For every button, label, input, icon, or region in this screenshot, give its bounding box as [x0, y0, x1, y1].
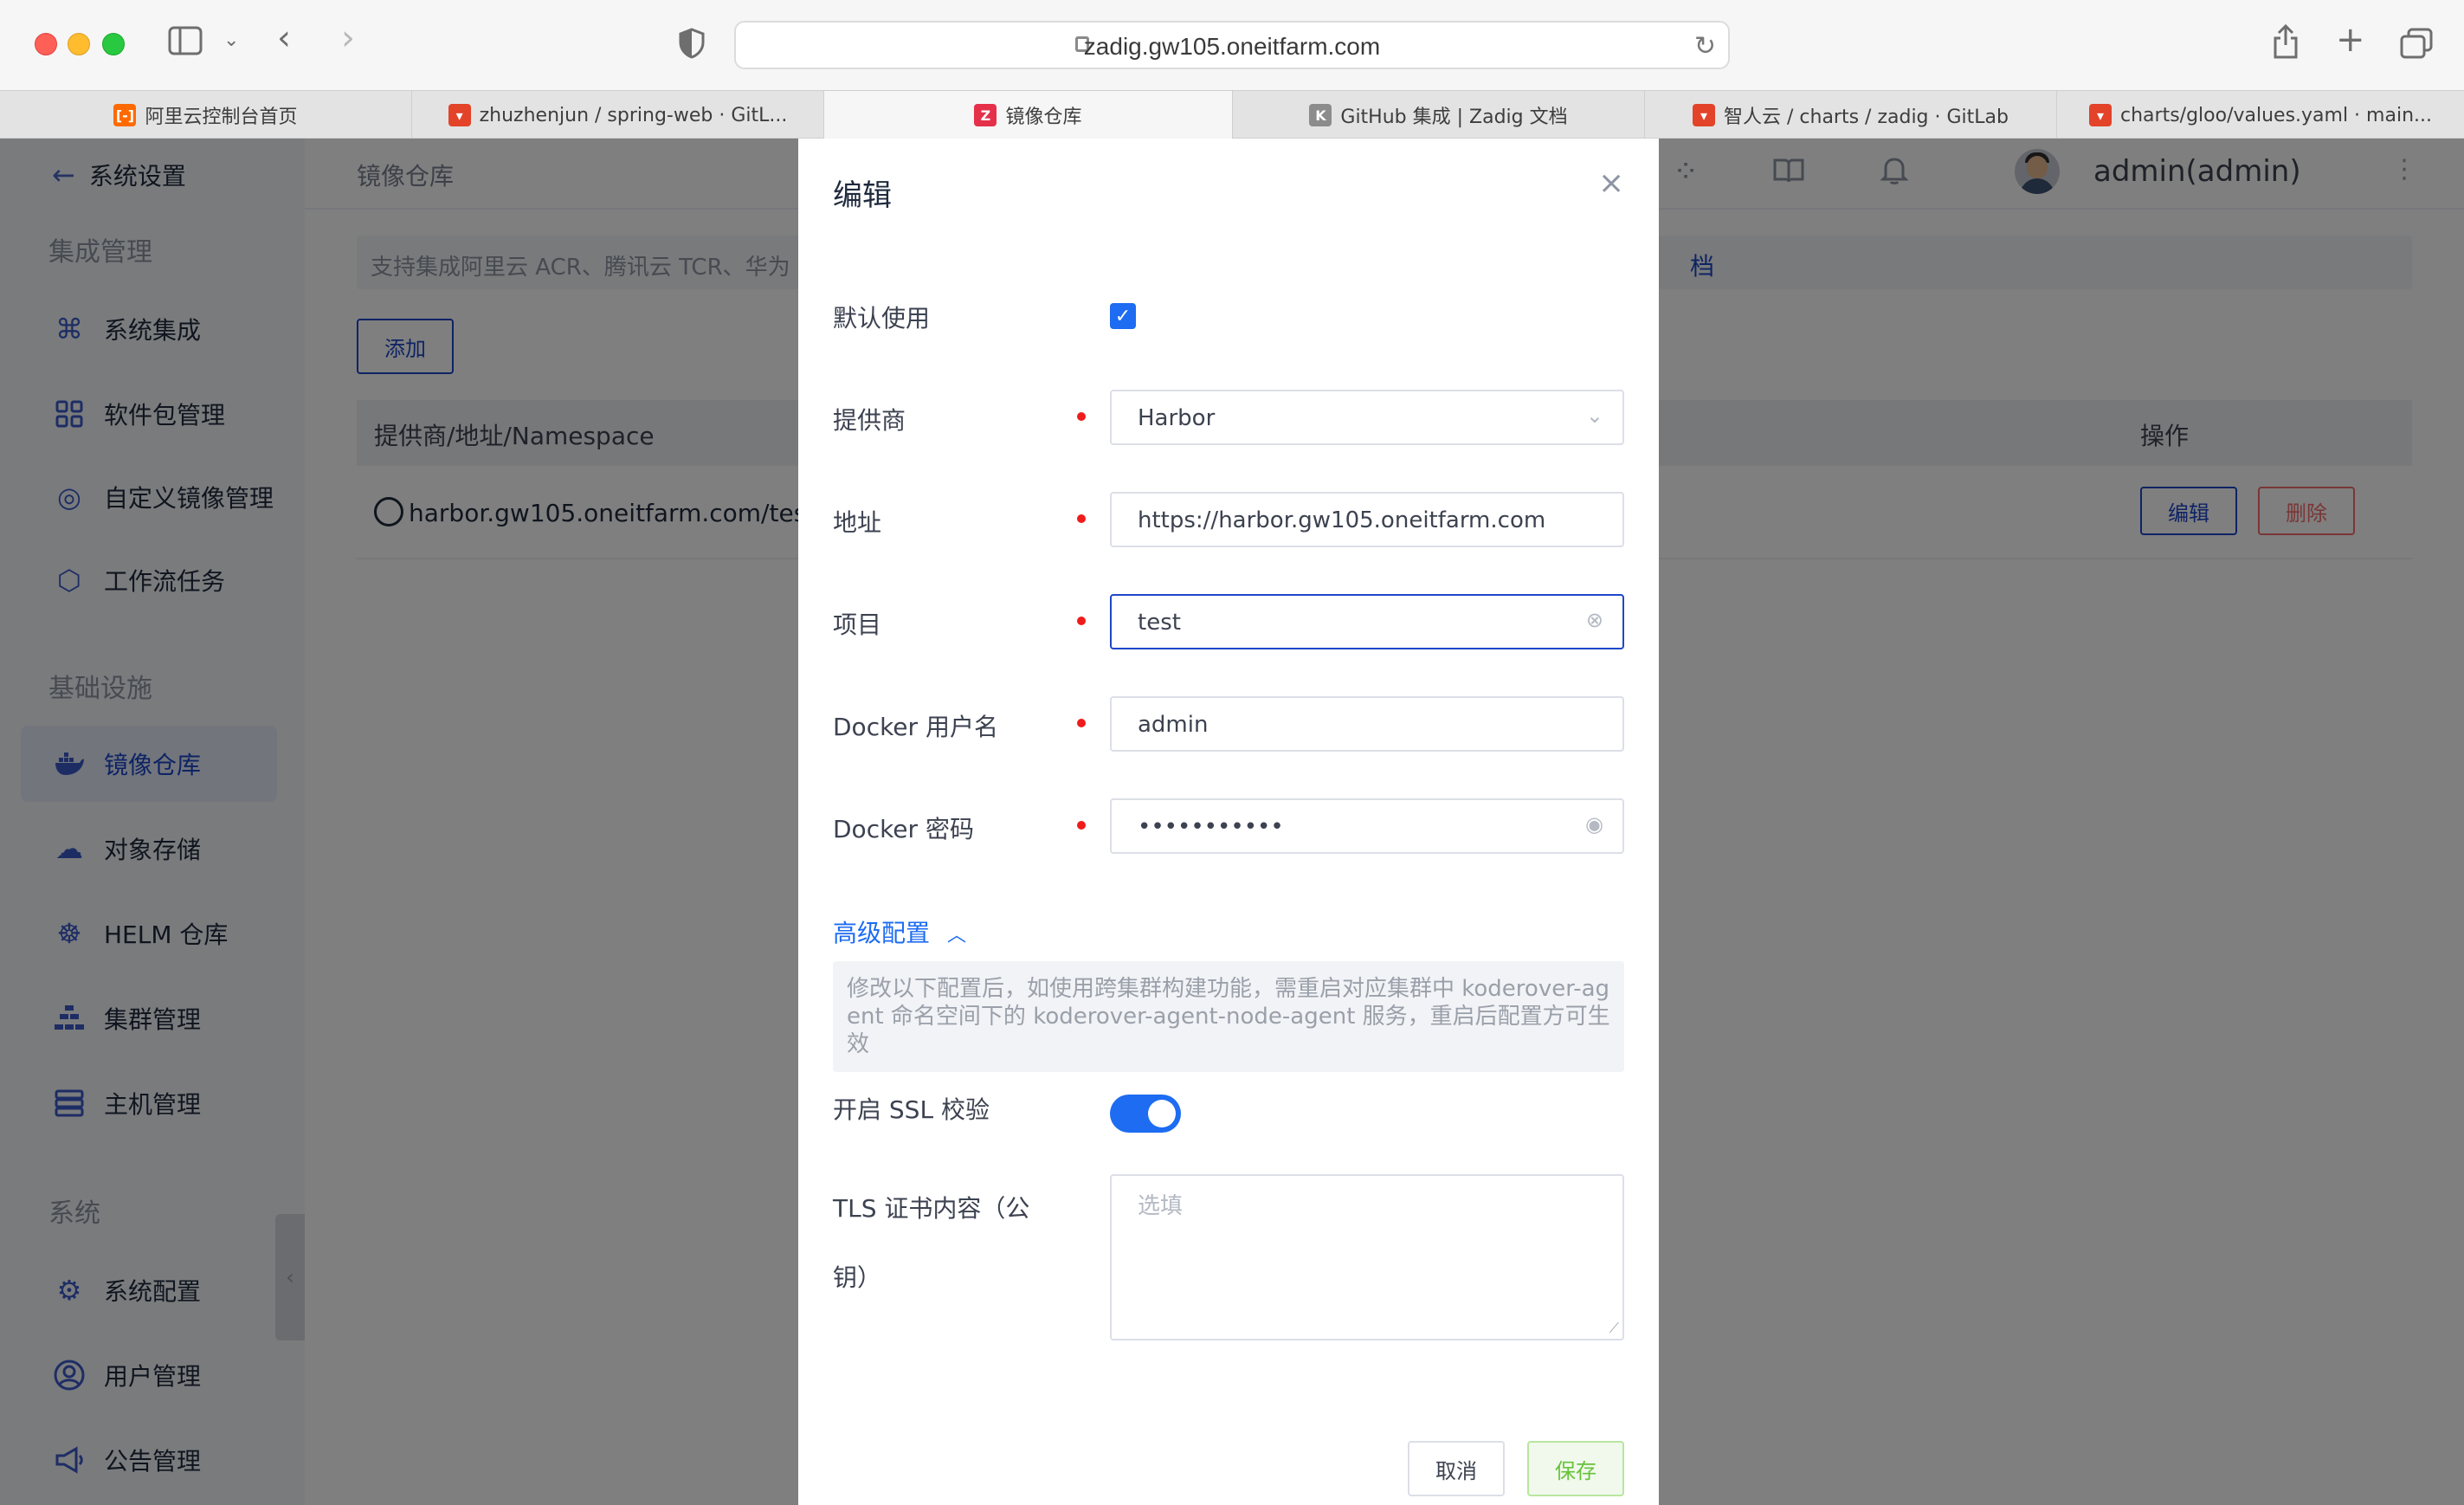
- default-use-label: 默认使用: [833, 304, 931, 333]
- tab-label: 智人云 / charts / zadig · GitLab: [1724, 107, 2009, 128]
- required-dot: [1077, 514, 1086, 523]
- advanced-config-toggle[interactable]: 高级配置 ︿: [833, 914, 966, 949]
- aliyun-icon: [-]: [113, 104, 137, 126]
- project-value: test: [1138, 610, 1181, 636]
- clear-circle-icon[interactable]: ⊗: [1586, 608, 1603, 632]
- docker-password-input[interactable]: ••••••••••• ◉: [1110, 798, 1624, 854]
- address-bar[interactable]: zadig.gw105.oneitfarm.com ↻: [734, 21, 1730, 69]
- docker-password-label: Docker 密码: [833, 815, 974, 843]
- tab-overview-icon[interactable]: [2400, 28, 2433, 65]
- tab-label: GitHub 集成 | Zadig 文档: [1340, 107, 1568, 128]
- forward-arrow-icon[interactable]: ›: [341, 21, 355, 55]
- browser-tab-gitlab-charts[interactable]: ▾ 智人云 / charts / zadig · GitLab: [1645, 91, 2057, 139]
- browser-tab-registry[interactable]: Z 镜像仓库: [824, 91, 1233, 139]
- tls-cert-label-line1: TLS 证书内容（公: [833, 1194, 1030, 1223]
- switch-knob: [1148, 1100, 1176, 1127]
- required-dot: [1077, 821, 1086, 830]
- zadig-icon: Z: [974, 104, 997, 126]
- browser-tab-aliyun[interactable]: [-] 阿里云控制台首页: [0, 91, 412, 139]
- browser-tab-bar: [-] 阿里云控制台首页 ▾ zhuzhenjun / spring-web ·…: [0, 90, 2464, 139]
- edit-registry-dialog: 编辑 × 默认使用 ✓ 提供商 Harbor ⌄ 地址 https://harb…: [798, 139, 1659, 1505]
- advanced-config-label: 高级配置: [833, 919, 931, 947]
- tls-cert-placeholder: 选填: [1138, 1193, 1184, 1219]
- docker-username-label: Docker 用户名: [833, 713, 998, 741]
- default-use-checkbox[interactable]: ✓: [1110, 303, 1136, 329]
- ssl-verify-switch[interactable]: [1110, 1095, 1181, 1133]
- check-icon: ✓: [1114, 305, 1132, 327]
- required-dot: [1077, 617, 1086, 625]
- ssl-verify-label: 开启 SSL 校验: [833, 1095, 990, 1124]
- share-icon[interactable]: [2272, 23, 2300, 65]
- gitlab-icon: ▾: [1693, 104, 1715, 126]
- tab-label: charts/gloo/values.yaml · main...: [2120, 104, 2432, 126]
- provider-value: Harbor: [1138, 405, 1216, 431]
- tab-label: 阿里云控制台首页: [145, 107, 298, 128]
- back-arrow-icon[interactable]: ‹: [277, 21, 291, 55]
- address-input[interactable]: https://harbor.gw105.oneitfarm.com: [1110, 492, 1624, 547]
- chevron-down-icon: ⌄: [1585, 404, 1603, 428]
- docker-password-value: •••••••••••: [1138, 814, 1284, 840]
- address-value: https://harbor.gw105.oneitfarm.com: [1138, 507, 1546, 533]
- browser-tab-zadig-docs[interactable]: K GitHub 集成 | Zadig 文档: [1233, 91, 1645, 139]
- close-icon[interactable]: ×: [1598, 168, 1624, 199]
- browser-tab-gloo-values[interactable]: ▾ charts/gloo/values.yaml · main...: [2057, 91, 2464, 139]
- tls-cert-label-line2: 钥）: [833, 1263, 882, 1292]
- resize-grip-icon[interactable]: ⟋: [1609, 1320, 1619, 1337]
- tab-label: 镜像仓库: [1005, 107, 1082, 128]
- window-minimize-button[interactable]: [68, 33, 90, 55]
- tab-label: zhuzhenjun / spring-web · GitL...: [479, 104, 788, 126]
- browser-toolbar: ⌄ ‹ › zadig.gw105.oneitfarm.com ↻ +: [0, 0, 2464, 90]
- provider-select[interactable]: Harbor ⌄: [1110, 390, 1624, 445]
- sidebar-toggle-icon[interactable]: [168, 26, 203, 61]
- required-dot: [1077, 412, 1086, 421]
- gitlab-icon: ▾: [2089, 104, 2112, 126]
- advanced-config-note: 修改以下配置后，如使用跨集群构建功能，需重启对应集群中 koderover-ag…: [833, 961, 1624, 1072]
- save-button[interactable]: 保存: [1527, 1441, 1624, 1496]
- url-text: zadig.gw105.oneitfarm.com: [1083, 33, 1381, 60]
- k-icon: K: [1309, 104, 1332, 126]
- advanced-config-note-text: 修改以下配置后，如使用跨集群构建功能，需重启对应集群中 koderover-ag…: [847, 976, 1610, 1057]
- new-tab-plus-icon[interactable]: +: [2336, 23, 2365, 57]
- cancel-button[interactable]: 取消: [1408, 1441, 1505, 1496]
- required-dot: [1077, 719, 1086, 727]
- browser-tab-gitlab-spring[interactable]: ▾ zhuzhenjun / spring-web · GitL...: [412, 91, 824, 139]
- dialog-title: 编辑: [833, 178, 892, 213]
- address-label: 地址: [833, 508, 882, 537]
- project-label: 项目: [833, 610, 882, 639]
- docker-username-value: admin: [1138, 712, 1209, 738]
- eye-icon[interactable]: ◉: [1585, 812, 1603, 836]
- project-input[interactable]: test ⊗: [1110, 594, 1624, 649]
- tls-cert-textarea[interactable]: 选填 ⟋: [1110, 1174, 1624, 1340]
- window-zoom-button[interactable]: [102, 33, 125, 55]
- chevron-down-icon[interactable]: ⌄: [223, 31, 239, 50]
- shield-icon[interactable]: [679, 28, 705, 65]
- gitlab-icon: ▾: [448, 104, 471, 126]
- reload-icon[interactable]: ↻: [1694, 31, 1716, 61]
- window-close-button[interactable]: [35, 33, 57, 55]
- docker-username-input[interactable]: admin: [1110, 696, 1624, 752]
- chevron-up-icon: ︿: [947, 925, 967, 946]
- provider-label: 提供商: [833, 406, 906, 435]
